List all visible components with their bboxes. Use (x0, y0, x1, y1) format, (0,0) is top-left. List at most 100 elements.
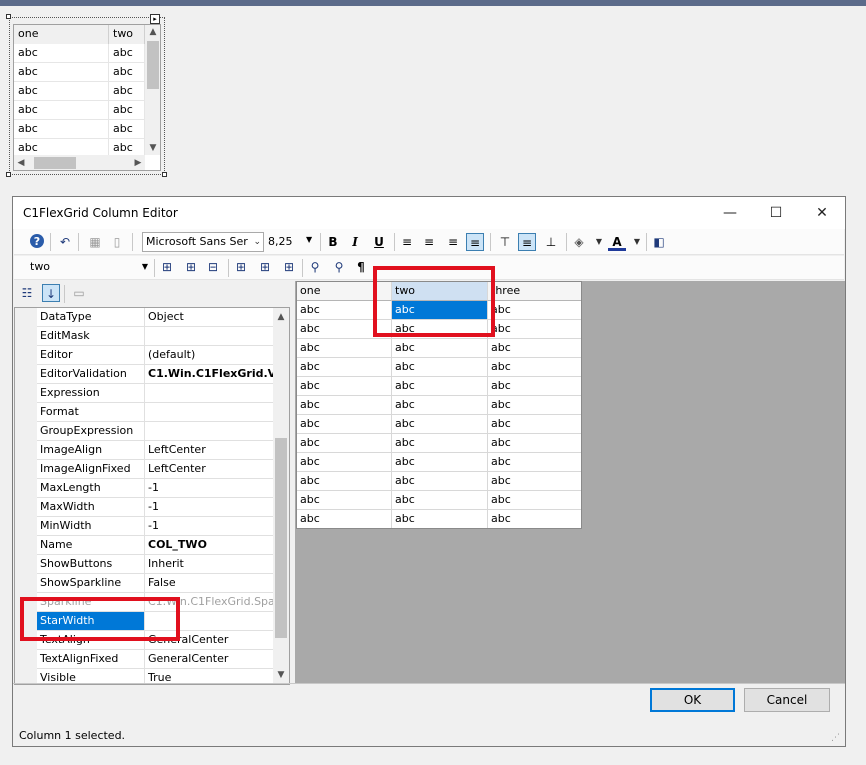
categorized-icon[interactable]: ☷ (18, 284, 36, 302)
scroll-left-icon[interactable]: ◀ (14, 156, 28, 170)
property-value[interactable] (145, 422, 273, 441)
grid-cell[interactable]: abc (297, 434, 392, 453)
grid-cell[interactable]: abc (109, 120, 145, 139)
property-row[interactable]: MinWidth -1 (15, 517, 273, 536)
pilcrow-icon[interactable]: ¶ (352, 258, 370, 276)
delete-column-icon[interactable]: ⊟ (204, 258, 222, 276)
grid-cell[interactable]: abc (297, 510, 392, 528)
grid-cell[interactable]: abc (14, 63, 109, 82)
delete-column-icon[interactable]: ▯ (108, 233, 126, 251)
grid-cell[interactable]: abc (14, 44, 109, 63)
property-name[interactable]: ShowButtons (37, 555, 145, 574)
property-value[interactable]: -1 (145, 517, 273, 536)
property-name[interactable]: ImageAlign (37, 441, 145, 460)
property-value[interactable]: GeneralCenter (145, 650, 273, 669)
property-name[interactable]: Expression (37, 384, 145, 403)
grid-cell[interactable]: abc (392, 358, 488, 377)
grid-cell[interactable]: abc (488, 415, 581, 434)
scroll-right-icon[interactable]: ▶ (131, 156, 145, 170)
scroll-thumb[interactable] (147, 41, 159, 89)
scroll-thumb[interactable] (34, 157, 76, 169)
property-row[interactable]: TextAlignFixed GeneralCenter (15, 650, 273, 669)
grid-cell[interactable]: abc (297, 358, 392, 377)
width-auto-icon[interactable]: ⊞ (256, 258, 274, 276)
align-left-icon[interactable]: ≡ (398, 233, 416, 251)
property-value[interactable]: Inherit (145, 555, 273, 574)
align-middle-icon[interactable]: ≡ (518, 233, 536, 251)
property-value[interactable]: False (145, 574, 273, 593)
undo-icon[interactable]: ↶ (56, 233, 74, 251)
grid-cell[interactable]: abc (488, 453, 581, 472)
table-row[interactable]: abc abc (14, 44, 145, 63)
property-value[interactable] (145, 327, 273, 346)
insert-column-left-icon[interactable]: ⊞ (158, 258, 176, 276)
align-general-icon[interactable]: ≡ (466, 233, 484, 251)
help-icon[interactable]: ? (28, 233, 46, 251)
chevron-down-icon[interactable]: ▼ (142, 258, 148, 276)
table-row[interactable]: abc abc abc (297, 358, 581, 377)
table-row[interactable]: abc abc abc (297, 472, 581, 491)
chevron-down-icon[interactable]: ▼ (628, 233, 646, 251)
resize-handle[interactable] (6, 14, 11, 19)
grid-cell[interactable]: abc (488, 472, 581, 491)
grid-cell[interactable]: abc (392, 491, 488, 510)
table-row[interactable]: abc abc abc (297, 377, 581, 396)
grid-cell[interactable]: abc (14, 82, 109, 101)
grid-cell[interactable]: abc (109, 101, 145, 120)
minimize-icon[interactable]: — (707, 197, 753, 229)
table-row[interactable]: abc abc (14, 101, 145, 120)
property-name[interactable]: EditorValidation (37, 365, 145, 384)
scroll-down-icon[interactable]: ▼ (273, 668, 289, 682)
property-row[interactable]: MaxLength -1 (15, 479, 273, 498)
property-name[interactable]: TextAlignFixed (37, 650, 145, 669)
table-row[interactable]: abc abc (14, 82, 145, 101)
grid-cell[interactable]: abc (392, 339, 488, 358)
cancel-button[interactable]: Cancel (744, 688, 830, 712)
column-header[interactable]: three (488, 282, 581, 301)
property-name[interactable]: MinWidth (37, 517, 145, 536)
property-pages-icon[interactable]: ▭ (70, 284, 88, 302)
grid-cell[interactable]: abc (297, 472, 392, 491)
resize-handle[interactable] (6, 172, 11, 177)
alphabetical-icon[interactable]: ↓ (42, 284, 60, 302)
scroll-thumb[interactable] (275, 438, 287, 638)
align-center-icon[interactable]: ≡ (420, 233, 438, 251)
grid-cell[interactable]: abc (392, 453, 488, 472)
chevron-down-icon[interactable]: ▼ (590, 233, 608, 251)
grid-cell[interactable]: abc (392, 472, 488, 491)
property-row[interactable]: ImageAlign LeftCenter (15, 441, 273, 460)
grid-cell[interactable]: abc (297, 339, 392, 358)
property-row[interactable]: MaxWidth -1 (15, 498, 273, 517)
property-value[interactable]: -1 (145, 498, 273, 517)
property-row[interactable]: DataType Object (15, 308, 273, 327)
table-row[interactable]: abc abc abc (297, 491, 581, 510)
property-value[interactable]: (default) (145, 346, 273, 365)
grid-cell[interactable]: abc (488, 510, 581, 528)
grid-cell[interactable]: abc (109, 63, 145, 82)
property-value[interactable] (145, 403, 273, 422)
grid-cell[interactable]: abc (297, 415, 392, 434)
table-row[interactable]: abc abc (14, 120, 145, 139)
grid-cell[interactable]: abc (488, 396, 581, 415)
grid-cell[interactable]: abc (392, 434, 488, 453)
resize-handle[interactable] (162, 172, 167, 177)
grid-cell[interactable]: abc (392, 415, 488, 434)
column-properties-icon[interactable]: ▦ (86, 233, 104, 251)
smart-tag-glyph[interactable]: ▸ (150, 14, 160, 24)
property-row[interactable]: Editor (default) (15, 346, 273, 365)
property-row[interactable]: ImageAlignFixed LeftCenter (15, 460, 273, 479)
property-row[interactable]: Name COL_TWO (15, 536, 273, 555)
property-value[interactable]: LeftCenter (145, 460, 273, 479)
table-row[interactable]: abc abc abc (297, 510, 581, 528)
fill-color-icon[interactable]: ◈ (570, 233, 588, 251)
table-row[interactable]: abc abc (14, 63, 145, 82)
property-name[interactable]: EditMask (37, 327, 145, 346)
grid-cell[interactable]: abc (297, 377, 392, 396)
property-row[interactable]: ShowSparkline False (15, 574, 273, 593)
column-header[interactable]: one (14, 25, 109, 44)
maximize-icon[interactable]: ☐ (753, 197, 799, 229)
underline-button[interactable]: U (370, 233, 388, 251)
grid-cell[interactable]: abc (488, 301, 581, 320)
vertical-scrollbar[interactable]: ▲ ▼ (273, 308, 289, 684)
property-value[interactable] (145, 384, 273, 403)
